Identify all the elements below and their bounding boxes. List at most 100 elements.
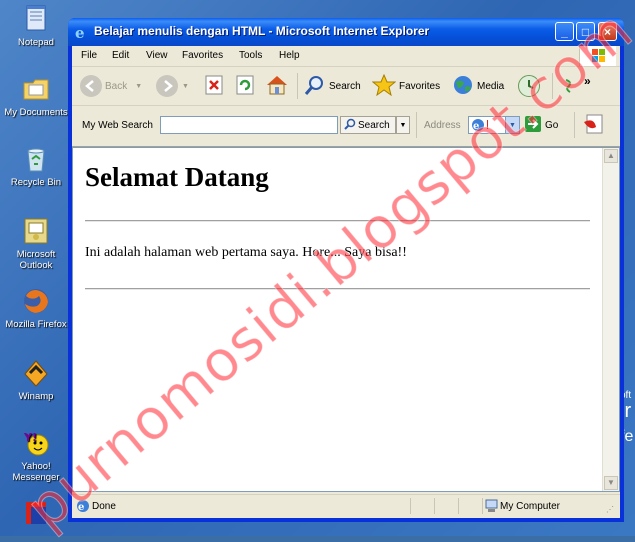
recycle-bin-icon — [21, 144, 51, 174]
favorites-toolbar-label: Favorites — [399, 80, 441, 92]
minimize-button[interactable]: _ — [555, 22, 574, 41]
windows-logo-icon — [579, 46, 616, 66]
back-arrow-icon — [80, 75, 102, 97]
yahoo-messenger-icon: Y! — [21, 428, 51, 458]
desktop-icon-recycle-bin[interactable]: Recycle Bin — [0, 144, 72, 188]
svg-text:e: e — [473, 121, 479, 132]
menu-tools[interactable]: Tools — [239, 50, 262, 61]
back-button[interactable]: Back ▼ — [80, 75, 142, 97]
computer-icon — [484, 498, 500, 519]
desktop-icon-label: Notepad — [18, 37, 54, 48]
winamp-icon — [21, 358, 51, 388]
maximize-button[interactable]: □ — [576, 22, 595, 41]
stop-icon — [203, 74, 225, 99]
search-toolbar-label: Search — [329, 80, 361, 92]
mail-icon — [562, 76, 576, 97]
page-paragraph: Ini adalah halaman web pertama saya. Hor… — [85, 245, 407, 260]
toolbar-overflow-button[interactable]: » — [584, 70, 591, 92]
history-button[interactable] — [518, 75, 540, 97]
media-toolbar-label: Media — [477, 80, 505, 92]
my-web-search-input[interactable] — [160, 116, 338, 134]
desktop-icon-label: Winamp — [18, 391, 54, 402]
svg-text:e: e — [75, 24, 85, 40]
desktop-icon-firefox[interactable]: Mozilla Firefox — [0, 286, 72, 330]
desktop-icon-label: Mozilla Firefox — [5, 319, 67, 330]
chevron-down-icon: ▼ — [399, 121, 407, 129]
address-bar: My Web Search Search ▼ Address e ▼ Go — [72, 106, 620, 147]
go-arrow-icon — [524, 115, 542, 136]
status-divider — [434, 498, 435, 514]
search-toolbar-button[interactable]: Search — [304, 75, 361, 97]
stop-button[interactable] — [203, 75, 225, 97]
svg-text:e: e — [78, 502, 84, 513]
toolbar-divider — [297, 73, 298, 99]
title-bar[interactable]: e Belajar menulis dengan HTML - Microsof… — [68, 18, 624, 46]
notepad-icon — [21, 4, 51, 34]
folder-icon — [21, 74, 51, 104]
menu-edit[interactable]: Edit — [112, 50, 129, 61]
desktop-icon-label: Yahoo! Messenger — [12, 461, 60, 483]
menu-favorites[interactable]: Favorites — [182, 50, 223, 61]
chevron-down-icon: ▼ — [509, 121, 516, 129]
toolbar-divider — [552, 73, 553, 99]
status-bar: e Done My Computer ⋰ — [72, 494, 620, 517]
close-button[interactable]: × — [598, 22, 617, 41]
home-button[interactable] — [265, 75, 289, 97]
page-viewport[interactable]: Selamat Datang Ini adalah halaman web pe… — [72, 147, 620, 492]
desktop-icon-winamp[interactable]: Winamp — [0, 358, 72, 402]
chevron-down-icon: ▼ — [135, 82, 143, 90]
scroll-down-arrow-icon[interactable]: ▼ — [604, 476, 618, 490]
desktop-icon-outlook[interactable]: Microsoft Outlook — [0, 216, 72, 271]
toolbar-divider — [574, 112, 575, 138]
menu-help[interactable]: Help — [279, 50, 300, 61]
browser-window: e Belajar menulis dengan HTML - Microsof… — [68, 18, 624, 522]
status-page-icon: e — [75, 498, 91, 519]
search-icon — [344, 118, 356, 133]
desktop-icon-my-documents[interactable]: My Documents — [0, 74, 72, 118]
search-dropdown-button[interactable]: ▼ — [396, 116, 410, 134]
window-client: File Edit View Favorites Tools Help Back… — [72, 46, 620, 518]
menu-bar: File Edit View Favorites Tools Help — [72, 46, 620, 67]
my-web-search-label: My Web Search — [82, 120, 153, 131]
page-heading: Selamat Datang — [85, 162, 269, 192]
pdf-icon — [582, 113, 606, 138]
status-text: Done — [92, 501, 116, 512]
window-title: Belajar menulis dengan HTML - Microsoft … — [94, 24, 430, 38]
menu-file[interactable]: File — [81, 50, 97, 61]
outlook-icon — [21, 216, 51, 246]
standard-toolbar: Back ▼ ▼ Search Favorites Media » — [72, 67, 620, 106]
pdf-button[interactable] — [582, 114, 606, 136]
history-icon — [518, 75, 540, 97]
desktop-icon-yahoo-messenger[interactable]: Y! Yahoo! Messenger — [0, 428, 72, 483]
status-divider — [482, 498, 483, 514]
forward-button[interactable]: ▼ — [156, 75, 189, 97]
menu-view[interactable]: View — [146, 50, 168, 61]
status-zone: My Computer — [500, 501, 561, 512]
horizontal-rule — [85, 288, 590, 290]
scroll-up-arrow-icon[interactable]: ▲ — [604, 149, 618, 163]
resize-grip-icon[interactable]: ⋰ — [606, 505, 614, 514]
status-divider — [458, 498, 459, 514]
status-divider — [410, 498, 411, 514]
vertical-scrollbar[interactable]: ▲ ▼ — [602, 148, 619, 491]
search-button-label: Search — [358, 119, 390, 131]
mail-button[interactable] — [562, 75, 576, 97]
go-button[interactable]: Go — [524, 115, 559, 136]
media-toolbar-button[interactable]: Media — [452, 75, 504, 97]
desktop-icon-label: My Documents — [4, 107, 68, 118]
favorites-toolbar-button[interactable]: Favorites — [371, 73, 441, 99]
desktop-icon-mirc[interactable] — [0, 498, 72, 531]
media-globe-icon — [452, 74, 474, 99]
horizontal-rule — [85, 220, 590, 222]
address-dropdown-button[interactable]: ▼ — [505, 116, 520, 134]
desktop-icon-label: Recycle Bin — [10, 177, 62, 188]
desktop-icon-notepad[interactable]: Notepad — [0, 4, 72, 48]
star-icon — [371, 73, 397, 99]
chevron-down-icon: ▼ — [182, 82, 189, 90]
page-icon: e — [471, 118, 485, 135]
go-label: Go — [545, 119, 559, 131]
search-icon — [304, 74, 326, 99]
refresh-button[interactable] — [234, 75, 256, 97]
my-web-search-button[interactable]: Search — [340, 116, 396, 134]
ie-logo-icon: e — [74, 24, 90, 42]
